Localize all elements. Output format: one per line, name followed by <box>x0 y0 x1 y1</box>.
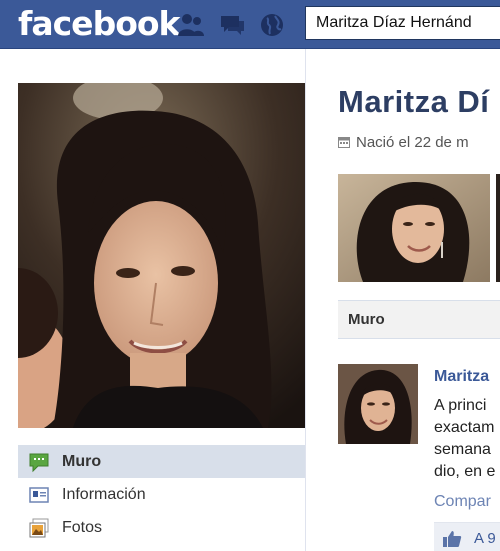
sidebar-item-informacion[interactable]: Información <box>18 478 305 511</box>
notifications-globe-icon[interactable] <box>258 12 286 38</box>
wall-speech-bubble-icon <box>29 453 49 473</box>
share-link[interactable]: Compar <box>434 493 491 511</box>
post-text-line: exactam <box>434 419 495 436</box>
profile-picture[interactable] <box>18 83 305 428</box>
likes-bar: A 9 <box>434 522 500 551</box>
tab-muro[interactable]: Muro <box>348 311 385 328</box>
post-author-name[interactable]: Maritza <box>434 368 489 386</box>
sidebar-item-label: Información <box>62 485 146 503</box>
sidebar-item-label: Fotos <box>62 518 103 536</box>
top-navigation-bar: facebook <box>0 0 500 49</box>
post-text-line: A princi <box>434 397 487 414</box>
post-author-avatar[interactable] <box>338 364 418 444</box>
post-text-line: semana <box>434 441 491 458</box>
post-text-line: dio, en e <box>434 463 496 480</box>
wall-tab-bar: Muro <box>338 300 500 339</box>
profile-name: Maritza Dí <box>338 84 490 119</box>
messages-icon[interactable] <box>218 12 246 38</box>
photos-icon <box>29 518 49 538</box>
facebook-logo[interactable]: facebook <box>18 2 180 46</box>
sidebar-item-label: Muro <box>62 452 102 470</box>
recent-photo-thumbnail[interactable] <box>338 174 490 282</box>
friend-requests-icon[interactable] <box>177 12 205 38</box>
likes-count[interactable]: A 9 <box>474 530 496 547</box>
thumbs-up-icon <box>443 531 462 547</box>
recent-photo-thumbnail[interactable] <box>496 174 500 282</box>
search-input[interactable] <box>305 6 500 40</box>
info-card-icon <box>29 487 49 503</box>
birthday-text: Nació el 22 de m <box>356 134 469 151</box>
birthday-info: Nació el 22 de m <box>338 134 469 151</box>
sidebar-item-muro[interactable]: Muro <box>18 445 305 478</box>
sidebar-item-fotos[interactable]: Fotos <box>18 511 305 544</box>
calendar-icon <box>338 137 350 148</box>
column-divider <box>305 49 306 551</box>
